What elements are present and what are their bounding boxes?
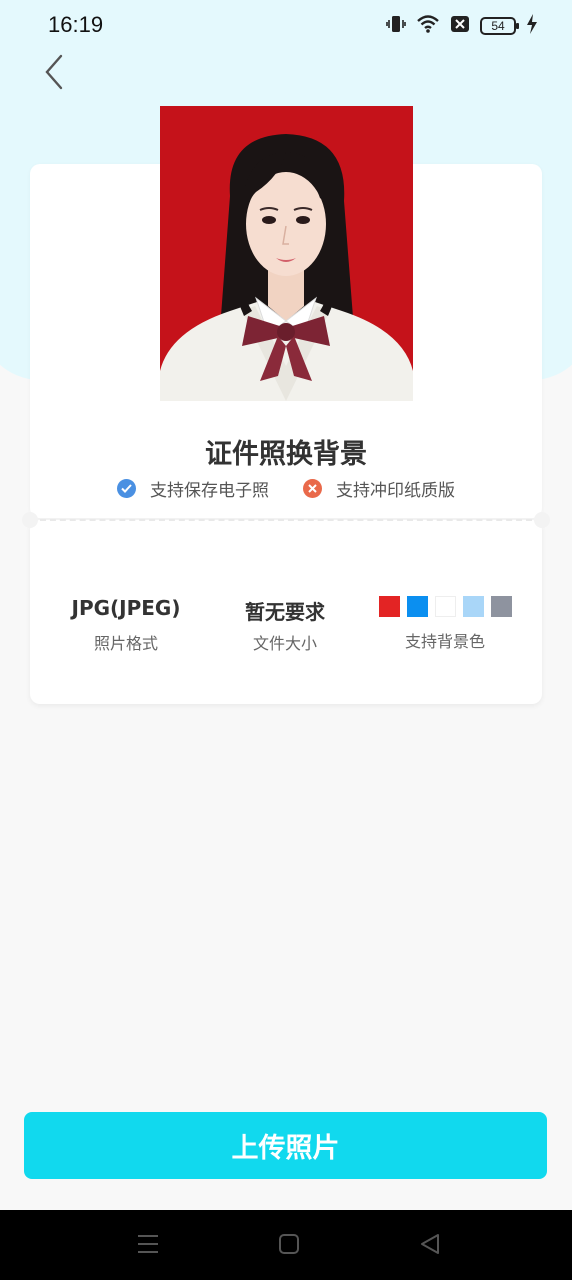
- vibrate-icon: [386, 14, 406, 38]
- feature-label: 支持冲印纸质版: [336, 480, 455, 501]
- card-notch-right: [534, 512, 550, 528]
- spec-format-label: 照片格式: [93, 634, 158, 653]
- feature-item-electronic: 支持保存电子照: [117, 476, 269, 501]
- wifi-icon: [416, 14, 440, 38]
- spec-bg-colors: 支持背景色: [364, 596, 526, 652]
- card-notch-left: [22, 512, 38, 528]
- system-nav-bar: [0, 1210, 572, 1280]
- sample-id-photo: [160, 106, 413, 401]
- spec-bg-label: 支持背景色: [404, 632, 485, 651]
- cross-circle-icon: [303, 478, 322, 498]
- battery-icon: 54: [480, 17, 519, 35]
- bg-color-swatches: [364, 596, 526, 620]
- swatch-white: [434, 596, 456, 617]
- card-divider: [40, 519, 532, 521]
- swatch-red: [378, 596, 400, 617]
- feature-label: 支持保存电子照: [150, 480, 269, 501]
- status-bar: 16:19 54: [0, 0, 572, 52]
- page-title: 证件照换背景: [205, 439, 367, 470]
- spec-size: 暂无要求 文件大小: [205, 596, 365, 654]
- swatch-gray: [490, 596, 512, 617]
- back-triangle-icon[interactable]: [418, 1232, 442, 1260]
- spec-size-value: 暂无要求: [245, 600, 325, 624]
- check-circle-icon: [117, 478, 136, 498]
- feature-list: 支持保存电子照 支持冲印纸质版: [0, 476, 572, 501]
- status-time: 16:19: [48, 12, 104, 37]
- home-icon[interactable]: [278, 1232, 300, 1260]
- status-icons: 54: [386, 14, 538, 38]
- swatch-light-blue: [462, 596, 484, 617]
- upload-photo-button[interactable]: 上传照片: [24, 1112, 547, 1179]
- feature-item-print: 支持冲印纸质版: [303, 476, 455, 501]
- charging-bolt-icon: [526, 14, 538, 38]
- menu-icon[interactable]: [136, 1232, 160, 1260]
- no-sim-icon: [450, 15, 470, 37]
- swatch-blue: [406, 596, 428, 617]
- spec-format-value: JPG(JPEG): [71, 596, 181, 620]
- spec-size-label: 文件大小: [252, 634, 317, 653]
- chevron-left-icon: [43, 54, 65, 94]
- back-button[interactable]: [34, 52, 74, 96]
- spec-format: JPG(JPEG) 照片格式: [46, 596, 206, 654]
